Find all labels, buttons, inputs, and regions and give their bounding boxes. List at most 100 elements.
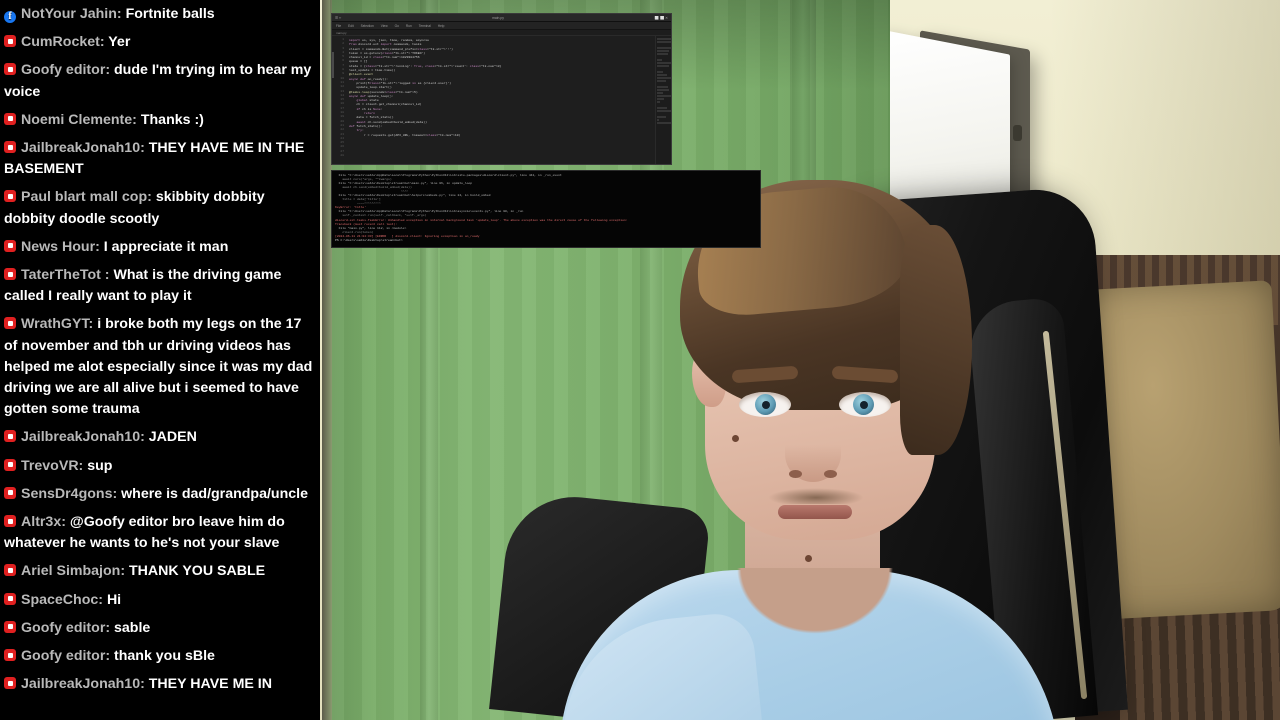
minimap-row bbox=[657, 50, 670, 52]
menu-item-view[interactable]: View bbox=[381, 22, 388, 30]
menu-item-run[interactable]: Run bbox=[406, 22, 412, 30]
menu-item-help[interactable]: Help bbox=[438, 22, 445, 30]
chat-username: Altr3x: bbox=[21, 514, 70, 531]
line-number: 28 bbox=[340, 154, 344, 158]
chat-message: CumRocket: Yer bbox=[4, 32, 316, 53]
chat-username: WrathGYT: bbox=[21, 316, 98, 333]
youtube-icon bbox=[4, 141, 16, 154]
chat-username: JailbreakJonah10: bbox=[21, 676, 149, 693]
youtube-icon bbox=[4, 35, 16, 48]
chat-username: Goofy editor: bbox=[21, 62, 115, 79]
minimap-row bbox=[657, 47, 671, 49]
chat-overlay[interactable]: f NotYour Jahin: Fortnite balls CumRocket:… bbox=[0, 0, 320, 720]
youtube-icon bbox=[4, 564, 16, 577]
hair-side bbox=[900, 225, 972, 455]
window-controls-left[interactable]: ☰ ‹› bbox=[335, 14, 341, 22]
chat-message: JailbreakJonah10: THEY HAVE ME IN THE BA… bbox=[4, 138, 316, 180]
mustache bbox=[768, 488, 864, 504]
minimap-row bbox=[657, 101, 660, 103]
facebook-icon: f bbox=[4, 11, 16, 23]
mouth bbox=[778, 505, 852, 519]
terminal-line: PS C:\Users\sable\Desktop\stream\bot> bbox=[335, 237, 403, 242]
nostril-right bbox=[824, 470, 837, 478]
chat-text: THANK YOU SABLE bbox=[129, 563, 266, 580]
chat-text: Yer bbox=[108, 34, 131, 51]
chat-message: WrathGYT: i broke both my legs on the 17… bbox=[4, 314, 316, 420]
pupil-left bbox=[762, 401, 770, 409]
youtube-icon bbox=[4, 268, 16, 281]
chat-username: TaterTheTot : bbox=[21, 267, 114, 284]
youtube-icon bbox=[4, 458, 16, 471]
editor-minimap[interactable] bbox=[655, 36, 671, 164]
chat-text: I appreciate it man bbox=[103, 238, 229, 255]
window-controls-right[interactable]: ⬜ ⬜ ✕ bbox=[655, 14, 668, 22]
code-editor-body[interactable]: 1 2 3 4 5 6 7 8 9 10 11 12 13 14 15 16 17 18 19 20 21 22 23 24 2… bbox=[332, 36, 671, 164]
minimap-row bbox=[657, 38, 671, 40]
youtube-icon bbox=[4, 515, 16, 528]
chat-message: Noemi Clemente: Thanks :) bbox=[4, 110, 316, 131]
minimap-row bbox=[657, 98, 664, 100]
code-editor-title: main.py bbox=[492, 15, 504, 20]
menu-item-file[interactable]: File bbox=[336, 22, 341, 30]
nostril-left bbox=[789, 470, 802, 478]
facial-mole bbox=[732, 435, 739, 442]
youtube-icon bbox=[4, 430, 16, 443]
minimap-row bbox=[657, 113, 658, 115]
chat-username: CumRocket: bbox=[21, 34, 109, 51]
minimap-row bbox=[657, 44, 658, 46]
chat-username: Goofy editor: bbox=[21, 648, 115, 665]
editor-scrollbar[interactable] bbox=[332, 52, 334, 78]
code-editor-window[interactable]: ☰ ‹› main.py ⬜ ⬜ ✕ File Edit Selection View… bbox=[331, 13, 672, 165]
pupil-right bbox=[860, 401, 868, 409]
streamer-person bbox=[551, 170, 1060, 720]
terminal-window[interactable]: File "C:\Users\sable\AppData\Local\Progr… bbox=[331, 170, 761, 248]
chat-text: Fortnite balls bbox=[125, 6, 215, 22]
chat-message: SensDr4gons: where is dad/grandpa/uncle bbox=[4, 484, 316, 505]
youtube-icon bbox=[4, 592, 16, 605]
youtube-icon bbox=[4, 317, 16, 330]
chat-username: SpaceChoc: bbox=[21, 591, 107, 608]
chat-username: JailbreakJonah10: bbox=[21, 140, 149, 157]
chat-username: Ariel Simbajon: bbox=[21, 563, 129, 580]
chat-text: sable bbox=[114, 619, 151, 636]
chat-text: thank you sBle bbox=[114, 648, 215, 665]
line-number-gutter: 1 2 3 4 5 6 7 8 9 10 11 12 13 14 15 16 17 18 19 20 21 22 23 24 2… bbox=[332, 36, 346, 164]
chat-message: Goofy editor: thank you sBle bbox=[4, 646, 316, 667]
menu-item-terminal[interactable]: Terminal bbox=[419, 22, 431, 30]
youtube-icon bbox=[4, 677, 16, 690]
minimap-row bbox=[657, 92, 663, 94]
code-editor-menubar[interactable]: File Edit Selection View Go Run Terminal Help bbox=[332, 22, 671, 30]
stream-screenshot: ☰ ‹› main.py ⬜ ⬜ ✕ File Edit Selection View… bbox=[0, 0, 1280, 720]
chat-message: Goofy editor: dude I'm trying im to hear… bbox=[4, 60, 316, 102]
chat-message: News Hour: I appreciate it man bbox=[4, 237, 316, 258]
chat-message: Paul blart mall cop: skibbity dobbity do… bbox=[4, 187, 316, 229]
youtube-icon bbox=[4, 112, 16, 125]
minimap-row bbox=[657, 107, 667, 109]
minimap-row bbox=[657, 83, 658, 85]
chat-message: TaterTheTot : What is the driving game c… bbox=[4, 265, 316, 307]
youtube-icon bbox=[4, 190, 16, 203]
code-text-area[interactable]: import os, sys, json, time, random, asyn… bbox=[346, 36, 655, 164]
editor-tab-main[interactable]: main.py bbox=[336, 31, 347, 35]
softbox-mount bbox=[1013, 125, 1022, 141]
chat-text: THEY HAVE ME IN bbox=[148, 676, 272, 693]
menu-item-selection[interactable]: Selection bbox=[361, 22, 374, 30]
chat-message: Ariel Simbajon: THANK YOU SABLE bbox=[4, 561, 316, 582]
minimap-row bbox=[657, 110, 671, 112]
minimap-row bbox=[657, 71, 664, 73]
chat-username: Goofy editor: bbox=[21, 619, 115, 636]
chat-message: SpaceChoc: Hi bbox=[4, 590, 316, 611]
minimap-row bbox=[657, 116, 666, 118]
chat-message: f NotYour Jahin: Fortnite balls bbox=[4, 4, 316, 25]
chat-username: Noemi Clemente: bbox=[21, 111, 141, 128]
minimap-row bbox=[657, 41, 671, 43]
youtube-icon bbox=[4, 63, 16, 76]
youtube-icon bbox=[4, 239, 16, 252]
minimap-row bbox=[657, 68, 658, 70]
menu-item-go[interactable]: Go bbox=[395, 22, 399, 30]
youtube-icon bbox=[4, 620, 16, 633]
minimap-row bbox=[657, 122, 671, 124]
minimap-row bbox=[657, 77, 671, 79]
menu-item-edit[interactable]: Edit bbox=[348, 22, 354, 30]
chat-message: Goofy editor: sable bbox=[4, 618, 316, 639]
